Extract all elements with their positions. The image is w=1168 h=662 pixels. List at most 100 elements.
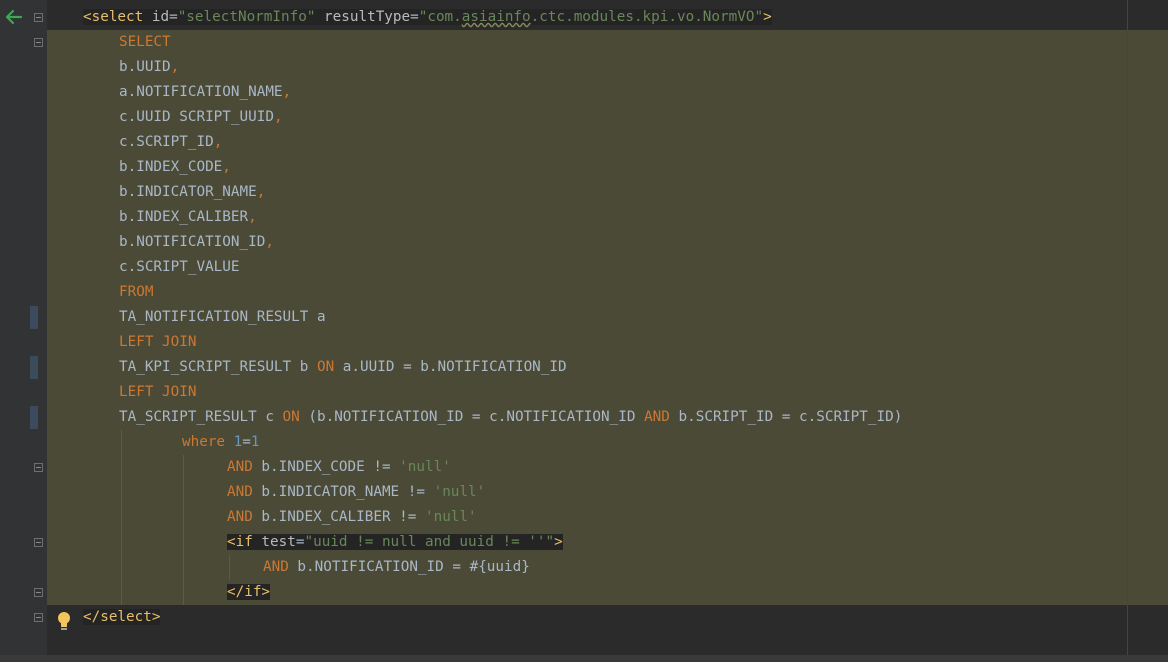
right-margin-guide xyxy=(1127,0,1128,662)
code-token: <select xyxy=(83,9,144,25)
code-token: c.SCRIPT_ID xyxy=(119,134,214,150)
arrow-left-icon[interactable] xyxy=(3,8,23,26)
code-token: AND xyxy=(644,409,670,425)
code-token: asiainfo xyxy=(461,9,531,25)
code-token: b.INDEX_CALIBER xyxy=(119,209,249,225)
code-token: SELECT xyxy=(119,34,171,50)
code-token: 'null' xyxy=(424,509,477,525)
code-token: b.NOTIFICATION_ID xyxy=(119,234,266,250)
fold-toggle-icon[interactable] xyxy=(34,538,43,547)
code-line[interactable]: b.NOTIFICATION_ID, xyxy=(119,230,274,255)
code-token: 'null' xyxy=(433,484,486,500)
code-line[interactable]: where 1=1 xyxy=(182,430,259,455)
code-line[interactable]: b.INDEX_CODE, xyxy=(119,155,231,180)
code-line[interactable]: FROM xyxy=(119,280,153,305)
code-token: b.SCRIPT_ID = c.SCRIPT_ID) xyxy=(669,409,903,425)
code-token: "uuid != null and uuid != ''" xyxy=(304,534,555,550)
code-token: where xyxy=(182,434,226,450)
code-line[interactable]: SELECT xyxy=(119,30,171,55)
code-token: 1 xyxy=(250,434,260,450)
code-line[interactable]: </select> xyxy=(83,605,161,630)
code-token: > xyxy=(554,534,563,550)
code-line[interactable]: </if> xyxy=(227,580,271,605)
code-token: id xyxy=(143,9,170,25)
indent-guide xyxy=(121,430,122,605)
code-token: (b.NOTIFICATION_ID = c.NOTIFICATION_ID xyxy=(299,409,645,425)
code-line[interactable]: AND b.INDEX_CODE != 'null' xyxy=(227,455,451,480)
code-line[interactable]: c.UUID SCRIPT_UUID, xyxy=(119,105,283,130)
code-line[interactable]: TA_SCRIPT_RESULT c ON (b.NOTIFICATION_ID… xyxy=(119,405,902,430)
editor-bottom-border xyxy=(0,655,1168,662)
code-line[interactable]: b.INDEX_CALIBER, xyxy=(119,205,257,230)
code-token: , xyxy=(213,134,223,150)
fold-toggle-icon[interactable] xyxy=(34,38,43,47)
code-token: b.INDICATOR_NAME xyxy=(119,184,257,200)
fold-toggle-icon[interactable] xyxy=(34,588,43,597)
code-token: .ctc.modules.kpi.vo.NormVO" xyxy=(530,9,764,25)
code-token: TA_KPI_SCRIPT_RESULT b xyxy=(119,359,317,375)
code-token: AND xyxy=(227,459,253,475)
indent-guide xyxy=(183,455,184,605)
code-token: "selectNormInfo" xyxy=(177,9,316,25)
code-token: a.UUID = b.NOTIFICATION_ID xyxy=(334,359,567,375)
code-token: </if> xyxy=(227,584,271,600)
code-token: 'null' xyxy=(399,459,451,475)
code-token: FROM xyxy=(119,284,154,300)
code-token: , xyxy=(282,84,292,100)
code-token: AND xyxy=(263,559,289,575)
code-line[interactable]: b.INDICATOR_NAME, xyxy=(119,180,265,205)
code-token: = xyxy=(169,9,178,25)
code-token: , xyxy=(273,109,283,125)
editor-gutter xyxy=(0,0,47,662)
code-line[interactable]: b.UUID, xyxy=(119,55,179,80)
code-token: > xyxy=(763,9,772,25)
code-token: "com. xyxy=(418,9,462,25)
code-line[interactable]: <select id="selectNormInfo" resultType="… xyxy=(83,5,772,30)
code-token: LEFT JOIN xyxy=(119,334,197,350)
code-token: AND xyxy=(227,509,253,525)
code-token: , xyxy=(170,59,180,75)
change-marker[interactable] xyxy=(30,356,38,379)
code-token: test xyxy=(252,534,296,550)
code-line[interactable]: TA_NOTIFICATION_RESULT a xyxy=(119,305,326,330)
change-marker[interactable] xyxy=(30,406,38,429)
code-token: b.INDEX_CALIBER != xyxy=(252,509,425,525)
code-token: </select> xyxy=(83,609,161,625)
code-line[interactable]: AND b.NOTIFICATION_ID = #{uuid} xyxy=(263,555,530,580)
code-token: b.INDICATOR_NAME != xyxy=(252,484,434,500)
code-token: c.UUID SCRIPT_UUID xyxy=(119,109,274,125)
code-token: b.INDEX_CODE xyxy=(119,159,223,175)
fold-toggle-icon[interactable] xyxy=(34,613,43,622)
code-token: , xyxy=(265,234,274,250)
code-line[interactable]: a.NOTIFICATION_NAME, xyxy=(119,80,291,105)
lightbulb-icon[interactable] xyxy=(56,611,72,631)
code-token: = xyxy=(410,9,419,25)
code-token: , xyxy=(256,184,266,200)
code-token: a.NOTIFICATION_NAME xyxy=(119,84,283,100)
code-line[interactable]: c.SCRIPT_VALUE xyxy=(119,255,240,280)
code-token: , xyxy=(248,209,257,225)
code-token: ON xyxy=(316,359,335,375)
code-token: LEFT JOIN xyxy=(119,384,197,400)
code-token: TA_SCRIPT_RESULT c xyxy=(119,409,283,425)
change-marker[interactable] xyxy=(30,306,38,329)
code-line[interactable]: AND b.INDEX_CALIBER != 'null' xyxy=(227,505,477,530)
code-token: b.INDEX_CODE != xyxy=(252,459,400,475)
indent-guide xyxy=(229,555,230,580)
code-token: , xyxy=(222,159,231,175)
code-line[interactable]: LEFT JOIN xyxy=(119,380,196,405)
code-token: TA_NOTIFICATION_RESULT a xyxy=(119,309,326,325)
code-token: b.UUID xyxy=(119,59,171,75)
fold-toggle-icon[interactable] xyxy=(34,13,43,22)
code-token: c.SCRIPT_VALUE xyxy=(119,259,240,275)
code-line[interactable]: c.SCRIPT_ID, xyxy=(119,130,222,155)
code-token: AND xyxy=(227,484,253,500)
code-line[interactable]: AND b.INDICATOR_NAME != 'null' xyxy=(227,480,485,505)
code-line[interactable]: <if test="uuid != null and uuid != ''"> xyxy=(227,530,563,555)
code-line[interactable]: LEFT JOIN xyxy=(119,330,196,355)
fold-toggle-icon[interactable] xyxy=(34,463,43,472)
code-line[interactable]: TA_KPI_SCRIPT_RESULT b ON a.UUID = b.NOT… xyxy=(119,355,567,380)
code-token: 1 xyxy=(233,434,243,450)
code-token: = xyxy=(242,434,251,450)
